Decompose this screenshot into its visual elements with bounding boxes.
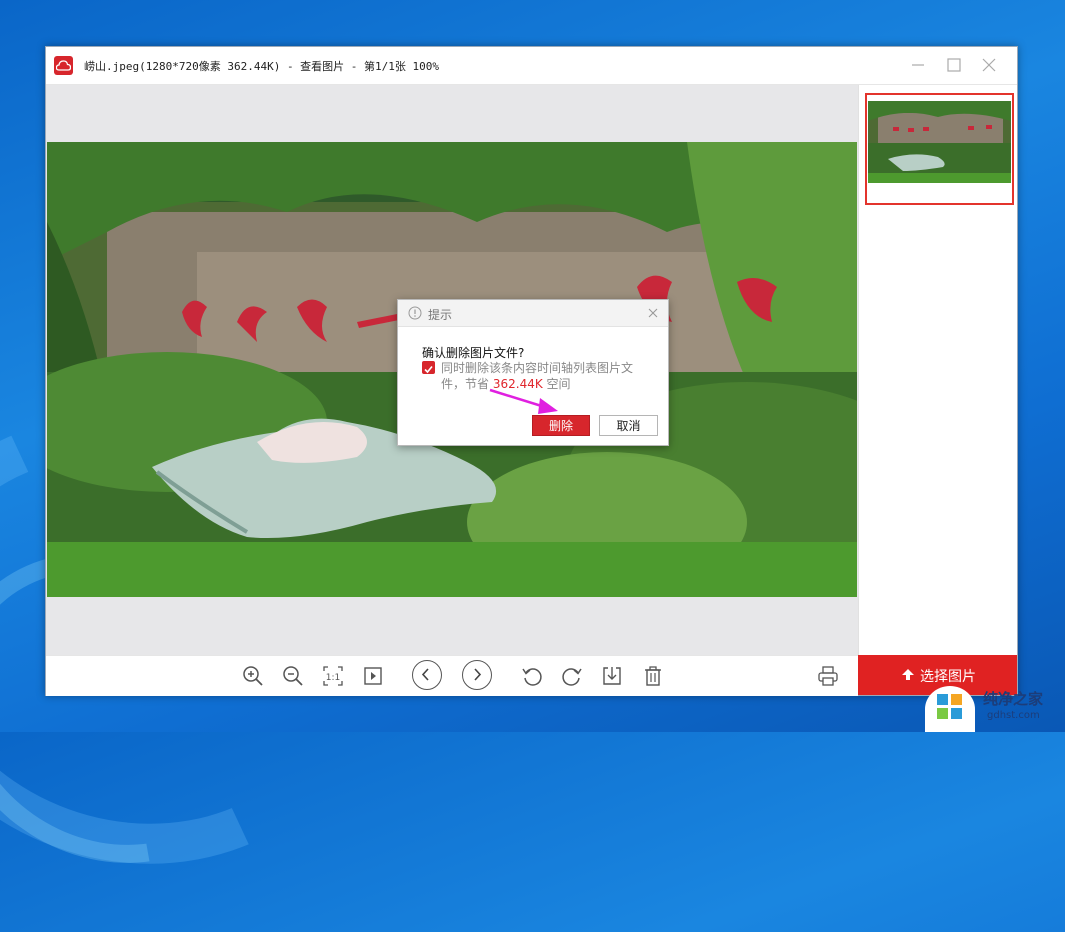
annotation-arrow xyxy=(489,388,558,414)
thumbnail-image xyxy=(868,101,1011,183)
watermark-logo xyxy=(925,686,975,732)
dialog-question: 确认删除图片文件? xyxy=(422,346,525,360)
window-title: 崂山.jpeg(1280*720像素 362.44K) - 查看图片 - 第1/… xyxy=(84,60,440,73)
zoom-out-icon[interactable] xyxy=(281,664,305,688)
bottom-toolbar: 1:1 xyxy=(46,655,858,696)
maximize-button[interactable] xyxy=(944,55,964,75)
dialog-title: 提示 xyxy=(428,308,453,322)
svg-text:1:1: 1:1 xyxy=(326,673,340,683)
delete-timeline-checkbox[interactable] xyxy=(422,361,435,374)
info-icon xyxy=(408,306,422,320)
rotate-right-icon[interactable] xyxy=(560,664,584,688)
prev-icon[interactable] xyxy=(412,660,442,690)
minimize-button[interactable] xyxy=(908,55,928,75)
watermark-title: 纯净之家 xyxy=(983,690,1044,708)
thumbnail-panel xyxy=(858,85,1017,655)
rotate-left-icon[interactable] xyxy=(520,664,544,688)
thumbnail-item[interactable] xyxy=(865,93,1014,205)
confirm-delete-dialog: 提示 确认删除图片文件? 同时删除该条内容时间轴列表图片文件，节省 362.44… xyxy=(397,299,669,446)
upload-icon xyxy=(902,669,914,680)
save-icon[interactable] xyxy=(600,664,624,688)
next-icon[interactable] xyxy=(462,660,492,690)
delete-icon[interactable] xyxy=(641,664,665,688)
app-cloud-icon xyxy=(54,56,73,75)
actual-size-icon[interactable]: 1:1 xyxy=(321,664,345,688)
image-viewer-window: 崂山.jpeg(1280*720像素 362.44K) - 查看图片 - 第1/… xyxy=(45,46,1018,696)
site-watermark: 纯净之家 gdhst.com xyxy=(925,680,1065,732)
title-bar: 崂山.jpeg(1280*720像素 362.44K) - 查看图片 - 第1/… xyxy=(46,47,1017,85)
close-button[interactable] xyxy=(979,55,999,75)
cancel-button[interactable]: 取消 xyxy=(599,415,658,436)
dialog-header: 提示 xyxy=(398,300,668,327)
watermark-url: gdhst.com xyxy=(987,710,1040,721)
zoom-in-icon[interactable] xyxy=(241,664,265,688)
print-icon[interactable] xyxy=(816,664,840,688)
slideshow-icon[interactable] xyxy=(361,664,385,688)
dialog-close-icon[interactable] xyxy=(646,306,660,320)
